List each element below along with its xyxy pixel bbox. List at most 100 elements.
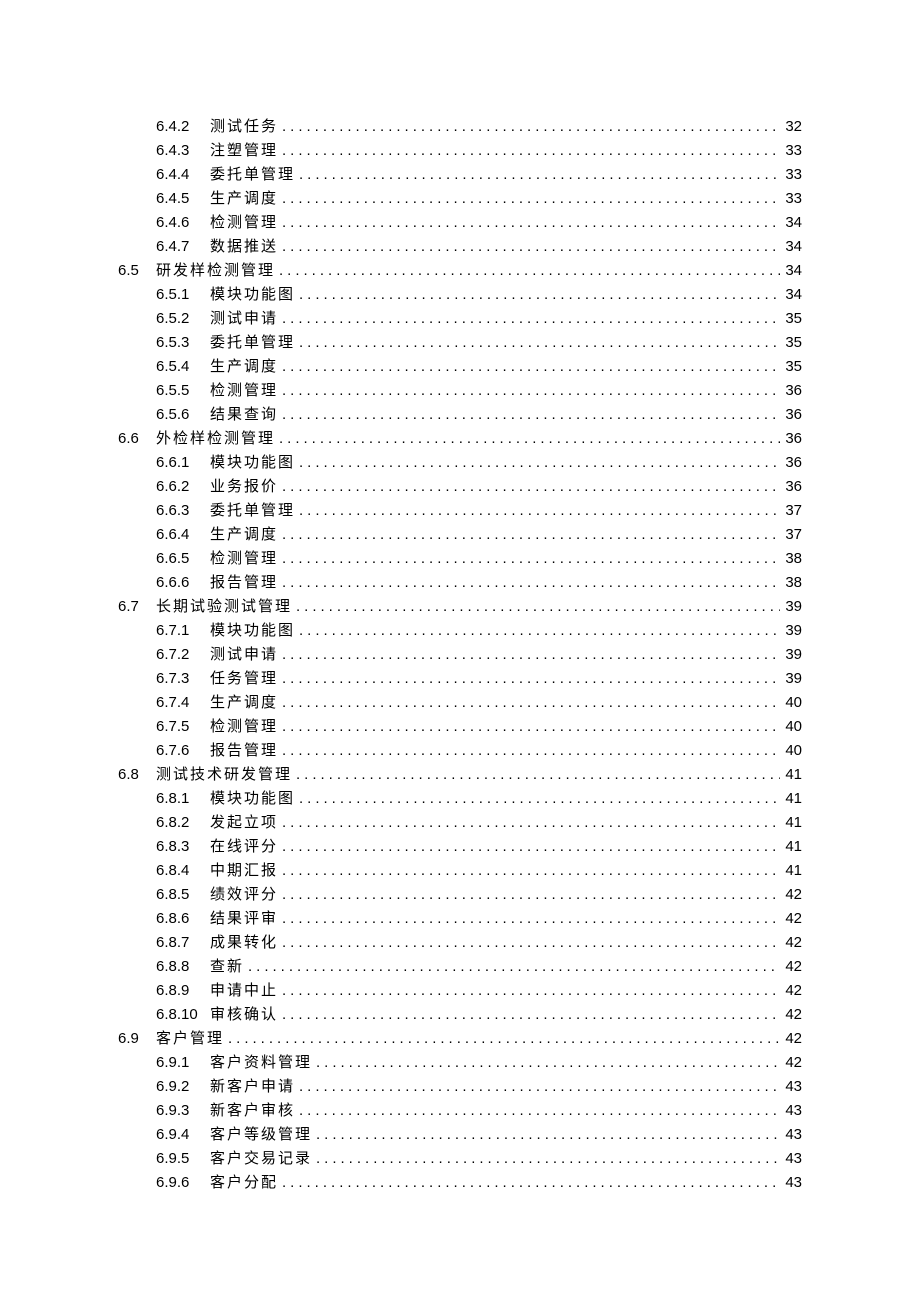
toc-entry[interactable]: 6.8.2发起立项41 bbox=[118, 811, 802, 835]
toc-entry[interactable]: 6.8.5绩效评分42 bbox=[118, 883, 802, 907]
toc-subsection-number: 6.8.9 bbox=[156, 979, 210, 1003]
toc-page-number: 40 bbox=[780, 691, 802, 715]
toc-page-number: 36 bbox=[780, 403, 802, 427]
toc-title: 结果评审 bbox=[210, 907, 278, 931]
toc-entry[interactable]: 6.7.5检测管理40 bbox=[118, 715, 802, 739]
toc-subsection-number: 6.4.6 bbox=[156, 211, 210, 235]
toc-title: 检测管理 bbox=[210, 379, 278, 403]
toc-subsection-number: 6.4.3 bbox=[156, 139, 210, 163]
toc-title: 审核确认 bbox=[210, 1003, 278, 1027]
toc-entry[interactable]: 6.6.2业务报价36 bbox=[118, 475, 802, 499]
toc-leader-dots bbox=[312, 1147, 780, 1171]
toc-entry[interactable]: 6.7.4生产调度40 bbox=[118, 691, 802, 715]
toc-entry[interactable]: 6.7.2测试申请39 bbox=[118, 643, 802, 667]
toc-subsection-number: 6.8.4 bbox=[156, 859, 210, 883]
toc-leader-dots bbox=[278, 907, 780, 931]
toc-entry[interactable]: 6.7.3任务管理39 bbox=[118, 667, 802, 691]
toc-entry[interactable]: 6.6.3委托单管理37 bbox=[118, 499, 802, 523]
toc-entry[interactable]: 6.9.5客户交易记录43 bbox=[118, 1147, 802, 1171]
toc-leader-dots bbox=[278, 139, 780, 163]
toc-subsection-number: 6.5.2 bbox=[156, 307, 210, 331]
toc-entry[interactable]: 6.6.5检测管理38 bbox=[118, 547, 802, 571]
toc-page-number: 34 bbox=[780, 235, 802, 259]
toc-leader-dots bbox=[278, 1171, 780, 1195]
toc-title: 客户资料管理 bbox=[210, 1051, 312, 1075]
toc-page-number: 40 bbox=[780, 739, 802, 763]
toc-entry[interactable]: 6.5.6结果查询36 bbox=[118, 403, 802, 427]
toc-entry[interactable]: 6.4.5生产调度33 bbox=[118, 187, 802, 211]
toc-entry[interactable]: 6.5.2测试申请35 bbox=[118, 307, 802, 331]
toc-entry[interactable]: 6.6.6报告管理38 bbox=[118, 571, 802, 595]
toc-entry[interactable]: 6.9客户管理42 bbox=[118, 1027, 802, 1051]
toc-entry[interactable]: 6.9.3新客户审核43 bbox=[118, 1099, 802, 1123]
toc-title: 研发样检测管理 bbox=[156, 259, 275, 283]
toc-entry[interactable]: 6.8.8查新42 bbox=[118, 955, 802, 979]
toc-entry[interactable]: 6.8测试技术研发管理41 bbox=[118, 763, 802, 787]
toc-section-number: 6.9 bbox=[118, 1027, 156, 1051]
toc-entry[interactable]: 6.5.5检测管理36 bbox=[118, 379, 802, 403]
toc-entry[interactable]: 6.4.3注塑管理33 bbox=[118, 139, 802, 163]
toc-entry[interactable]: 6.5研发样检测管理34 bbox=[118, 259, 802, 283]
toc-entry[interactable]: 6.4.4委托单管理33 bbox=[118, 163, 802, 187]
toc-entry[interactable]: 6.8.1模块功能图41 bbox=[118, 787, 802, 811]
toc-title: 生产调度 bbox=[210, 187, 278, 211]
toc-entry[interactable]: 6.8.4中期汇报41 bbox=[118, 859, 802, 883]
toc-subsection-number: 6.8.6 bbox=[156, 907, 210, 931]
toc-subsection-number: 6.9.6 bbox=[156, 1171, 210, 1195]
toc-entry[interactable]: 6.9.2新客户申请43 bbox=[118, 1075, 802, 1099]
toc-entry[interactable]: 6.9.1客户资料管理42 bbox=[118, 1051, 802, 1075]
toc-entry[interactable]: 6.5.1模块功能图34 bbox=[118, 283, 802, 307]
toc-entry[interactable]: 6.4.7数据推送34 bbox=[118, 235, 802, 259]
toc-title: 报告管理 bbox=[210, 739, 278, 763]
toc-title: 委托单管理 bbox=[210, 331, 295, 355]
toc-entry[interactable]: 6.6外检样检测管理36 bbox=[118, 427, 802, 451]
toc-entry[interactable]: 6.8.7成果转化42 bbox=[118, 931, 802, 955]
toc-entry[interactable]: 6.5.4生产调度35 bbox=[118, 355, 802, 379]
toc-page-number: 37 bbox=[780, 523, 802, 547]
toc-entry[interactable]: 6.5.3委托单管理35 bbox=[118, 331, 802, 355]
toc-leader-dots bbox=[295, 619, 780, 643]
toc-subsection-number: 6.6.4 bbox=[156, 523, 210, 547]
toc-entry[interactable]: 6.9.6客户分配43 bbox=[118, 1171, 802, 1195]
toc-entry[interactable]: 6.6.4生产调度37 bbox=[118, 523, 802, 547]
toc-subsection-number: 6.4.7 bbox=[156, 235, 210, 259]
toc-page-number: 41 bbox=[780, 811, 802, 835]
toc-entry[interactable]: 6.8.10审核确认42 bbox=[118, 1003, 802, 1027]
toc-leader-dots bbox=[295, 1075, 780, 1099]
toc-entry[interactable]: 6.8.6结果评审42 bbox=[118, 907, 802, 931]
toc-leader-dots bbox=[278, 667, 780, 691]
toc-entry[interactable]: 6.9.4客户等级管理43 bbox=[118, 1123, 802, 1147]
toc-leader-dots bbox=[278, 307, 780, 331]
toc-subsection-number: 6.8.3 bbox=[156, 835, 210, 859]
toc-entry[interactable]: 6.7长期试验测试管理39 bbox=[118, 595, 802, 619]
toc-entry[interactable]: 6.7.1模块功能图39 bbox=[118, 619, 802, 643]
toc-entry[interactable]: 6.8.3在线评分41 bbox=[118, 835, 802, 859]
toc-page-number: 34 bbox=[780, 211, 802, 235]
toc-entry[interactable]: 6.4.6检测管理34 bbox=[118, 211, 802, 235]
toc-page-number: 38 bbox=[780, 571, 802, 595]
toc-leader-dots bbox=[295, 1099, 780, 1123]
toc-entry[interactable]: 6.6.1模块功能图36 bbox=[118, 451, 802, 475]
toc-page-number: 35 bbox=[780, 355, 802, 379]
toc-leader-dots bbox=[278, 235, 780, 259]
toc-leader-dots bbox=[278, 475, 780, 499]
toc-subsection-number: 6.7.1 bbox=[156, 619, 210, 643]
toc-title: 业务报价 bbox=[210, 475, 278, 499]
toc-subsection-number: 6.9.5 bbox=[156, 1147, 210, 1171]
toc-page-number: 42 bbox=[780, 883, 802, 907]
toc-subsection-number: 6.4.5 bbox=[156, 187, 210, 211]
toc-page-number: 43 bbox=[780, 1099, 802, 1123]
toc-entry[interactable]: 6.4.2测试任务32 bbox=[118, 115, 802, 139]
toc-entry[interactable]: 6.7.6报告管理40 bbox=[118, 739, 802, 763]
toc-leader-dots bbox=[295, 331, 780, 355]
toc-page-number: 40 bbox=[780, 715, 802, 739]
toc-leader-dots bbox=[295, 787, 780, 811]
toc-entry[interactable]: 6.8.9申请中止42 bbox=[118, 979, 802, 1003]
toc-leader-dots bbox=[292, 595, 780, 619]
toc-leader-dots bbox=[278, 211, 780, 235]
toc-leader-dots bbox=[312, 1051, 780, 1075]
toc-title: 委托单管理 bbox=[210, 499, 295, 523]
toc-title: 检测管理 bbox=[210, 715, 278, 739]
toc-leader-dots bbox=[278, 355, 780, 379]
toc-subsection-number: 6.7.2 bbox=[156, 643, 210, 667]
